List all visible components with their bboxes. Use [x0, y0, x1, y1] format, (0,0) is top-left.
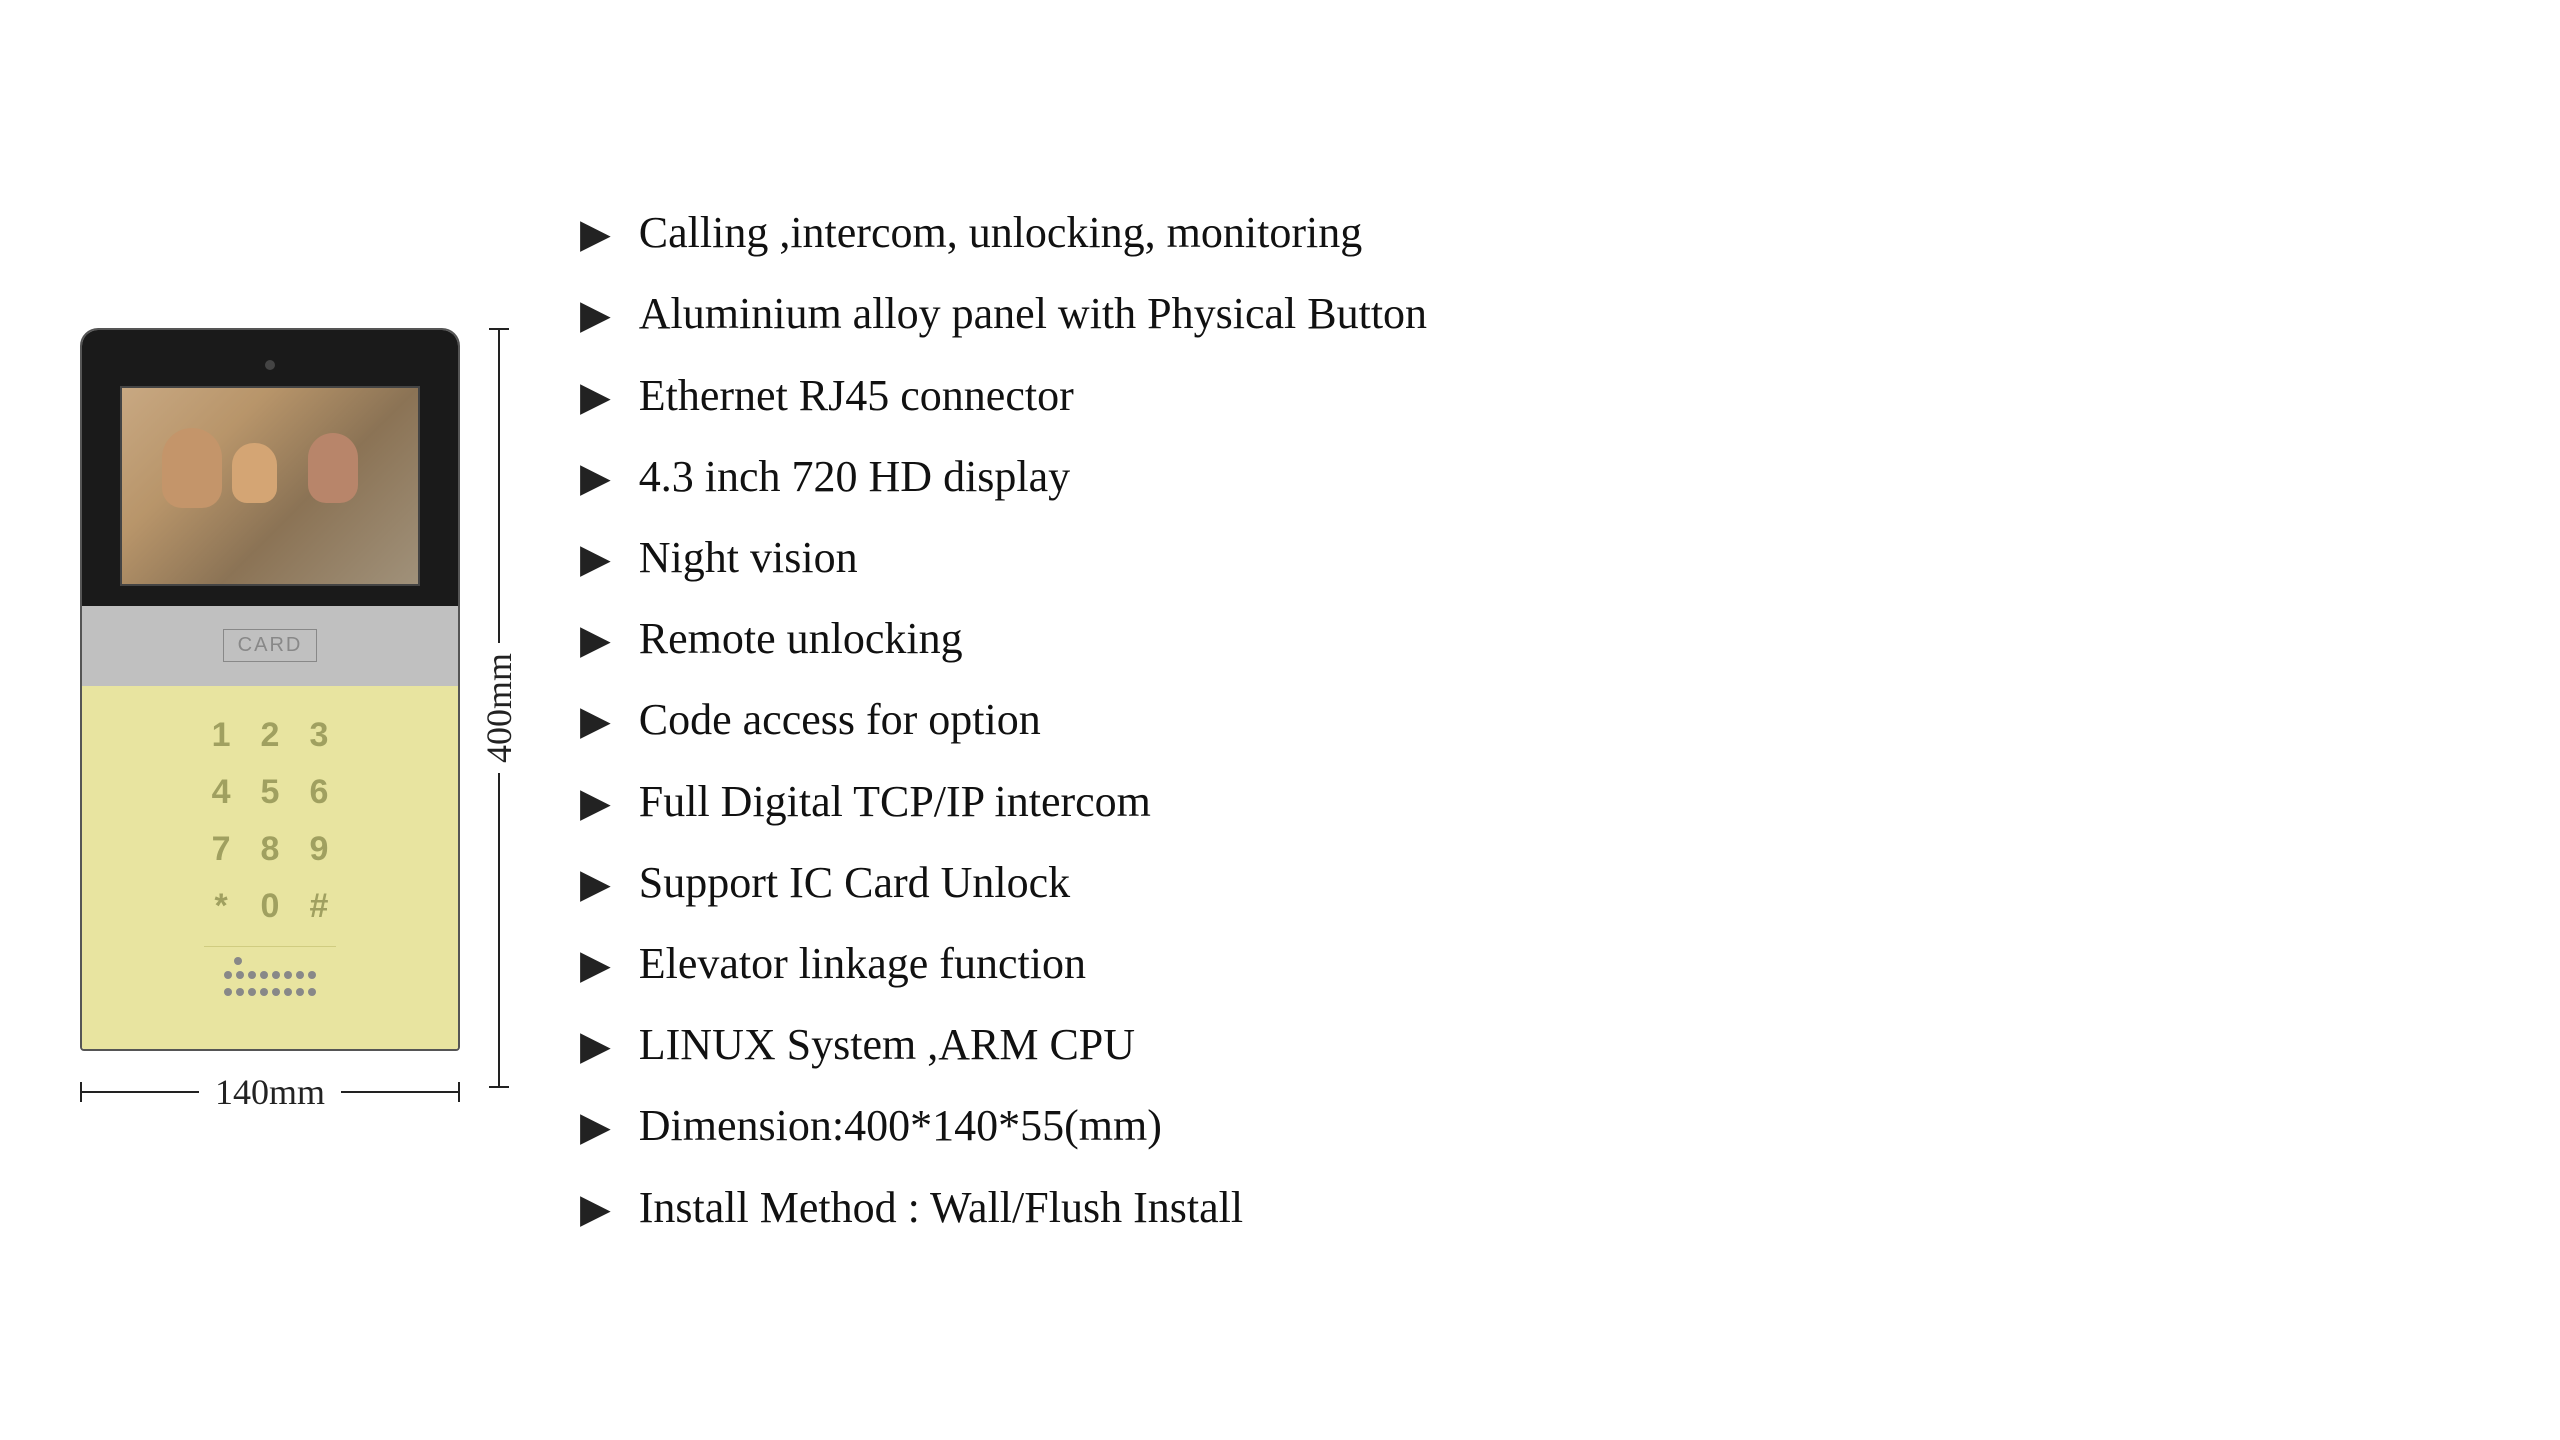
bullet-arrow-11: ▶ — [580, 1107, 611, 1147]
width-dimension: 140mm — [80, 1071, 460, 1113]
keypad-grid: 1 2 3 4 5 6 7 8 9 * 0 # — [212, 716, 329, 926]
speaker-dot — [296, 971, 304, 979]
bullet-arrow-12: ▶ — [580, 1189, 611, 1229]
feature-text-4: Night vision — [639, 529, 858, 586]
width-label: 140mm — [199, 1071, 341, 1113]
key-star: * — [212, 887, 231, 926]
bullet-arrow-4: ▶ — [580, 539, 611, 579]
speaker-dot — [308, 971, 316, 979]
dim-line-top — [498, 330, 500, 643]
speaker-dot — [224, 988, 232, 996]
bullet-arrow-0: ▶ — [580, 214, 611, 254]
feature-item-7: ▶ Full Digital TCP/IP intercom — [580, 761, 2480, 842]
speaker-dot — [308, 988, 316, 996]
feature-text-5: Remote unlocking — [639, 610, 963, 667]
card-label: CARD — [223, 629, 318, 662]
feature-item-11: ▶ Dimension:400*140*55(mm) — [580, 1085, 2480, 1166]
feature-item-2: ▶ Ethernet RJ45 connector — [580, 355, 2480, 436]
key-7: 7 — [212, 830, 231, 869]
speaker-dot — [260, 971, 268, 979]
dim-cap-bottom — [489, 1086, 509, 1088]
speaker-dot — [248, 988, 256, 996]
key-9: 9 — [309, 830, 328, 869]
device-bottom-bar — [204, 946, 336, 1019]
dim-line-left — [82, 1091, 199, 1093]
speaker-dot — [284, 971, 292, 979]
feature-item-3: ▶ 4.3 inch 720 HD display — [580, 436, 2480, 517]
speaker-row-1 — [224, 971, 316, 979]
main-container: 400mm CARD 1 — [0, 0, 2560, 1440]
speaker-dot — [272, 971, 280, 979]
device-keypad: 1 2 3 4 5 6 7 8 9 * 0 # — [82, 686, 458, 1049]
speaker-dot — [248, 971, 256, 979]
feature-item-5: ▶ Remote unlocking — [580, 598, 2480, 679]
dim-line-bottom — [498, 773, 500, 1086]
height-dimension: 400mm — [478, 328, 520, 1088]
feature-text-9: Elevator linkage function — [639, 935, 1086, 992]
feature-item-8: ▶ Support IC Card Unlock — [580, 842, 2480, 923]
speaker-dot — [236, 988, 244, 996]
dim-cap-right — [458, 1082, 460, 1102]
feature-item-1: ▶ Aluminium alloy panel with Physical But… — [580, 273, 2480, 354]
bullet-arrow-7: ▶ — [580, 783, 611, 823]
key-2: 2 — [261, 716, 280, 755]
feature-text-6: Code access for option — [639, 691, 1041, 748]
speaker-dot — [236, 971, 244, 979]
speaker-dot — [272, 988, 280, 996]
bullet-arrow-2: ▶ — [580, 377, 611, 417]
speaker-dot — [260, 988, 268, 996]
feature-text-0: Calling ,intercom, unlocking, monitoring — [639, 204, 1362, 261]
feature-item-9: ▶ Elevator linkage function — [580, 923, 2480, 1004]
key-5: 5 — [261, 773, 280, 812]
feature-text-8: Support IC Card Unlock — [639, 854, 1070, 911]
bullet-arrow-8: ▶ — [580, 864, 611, 904]
feature-item-0: ▶ Calling ,intercom, unlocking, monitorin… — [580, 192, 2480, 273]
features-section: ▶ Calling ,intercom, unlocking, monitorin… — [580, 192, 2480, 1247]
feature-text-12: Install Method : Wall/Flush Install — [639, 1179, 1243, 1236]
key-1: 1 — [212, 716, 231, 755]
height-label: 400mm — [478, 643, 520, 773]
speaker-dot — [284, 988, 292, 996]
device-section: 400mm CARD 1 — [80, 328, 460, 1113]
bullet-arrow-9: ▶ — [580, 945, 611, 985]
device-top — [82, 330, 458, 606]
feature-text-3: 4.3 inch 720 HD display — [639, 448, 1070, 505]
key-8: 8 — [261, 830, 280, 869]
feature-text-10: LINUX System ,ARM CPU — [639, 1016, 1135, 1073]
camera-dot — [265, 360, 275, 370]
feature-text-11: Dimension:400*140*55(mm) — [639, 1097, 1162, 1154]
screen-figure — [308, 433, 358, 503]
device-body: CARD 1 2 3 4 5 6 7 8 9 * 0 # — [80, 328, 460, 1051]
speaker-row-2 — [224, 988, 316, 996]
key-0: 0 — [261, 887, 280, 926]
key-6: 6 — [309, 773, 328, 812]
feature-text-7: Full Digital TCP/IP intercom — [639, 773, 1151, 830]
feature-text-2: Ethernet RJ45 connector — [639, 367, 1074, 424]
feature-item-12: ▶ Install Method : Wall/Flush Install — [580, 1167, 2480, 1248]
key-4: 4 — [212, 773, 231, 812]
feature-item-4: ▶ Night vision — [580, 517, 2480, 598]
device-card-section: CARD — [82, 606, 458, 686]
bullet-arrow-5: ▶ — [580, 620, 611, 660]
bullet-arrow-10: ▶ — [580, 1026, 611, 1066]
bullet-arrow-1: ▶ — [580, 295, 611, 335]
device-screen — [120, 386, 420, 586]
status-dot — [234, 957, 242, 965]
key-hash: # — [309, 887, 328, 926]
feature-text-1: Aluminium alloy panel with Physical Butt… — [639, 285, 1427, 342]
feature-item-6: ▶ Code access for option — [580, 679, 2480, 760]
key-3: 3 — [309, 716, 328, 755]
dim-line-right — [341, 1091, 458, 1093]
screen-image — [122, 388, 418, 584]
bullet-arrow-3: ▶ — [580, 458, 611, 498]
speaker-dot — [224, 971, 232, 979]
feature-item-10: ▶ LINUX System ,ARM CPU — [580, 1004, 2480, 1085]
speaker-dot — [296, 988, 304, 996]
bullet-arrow-6: ▶ — [580, 701, 611, 741]
